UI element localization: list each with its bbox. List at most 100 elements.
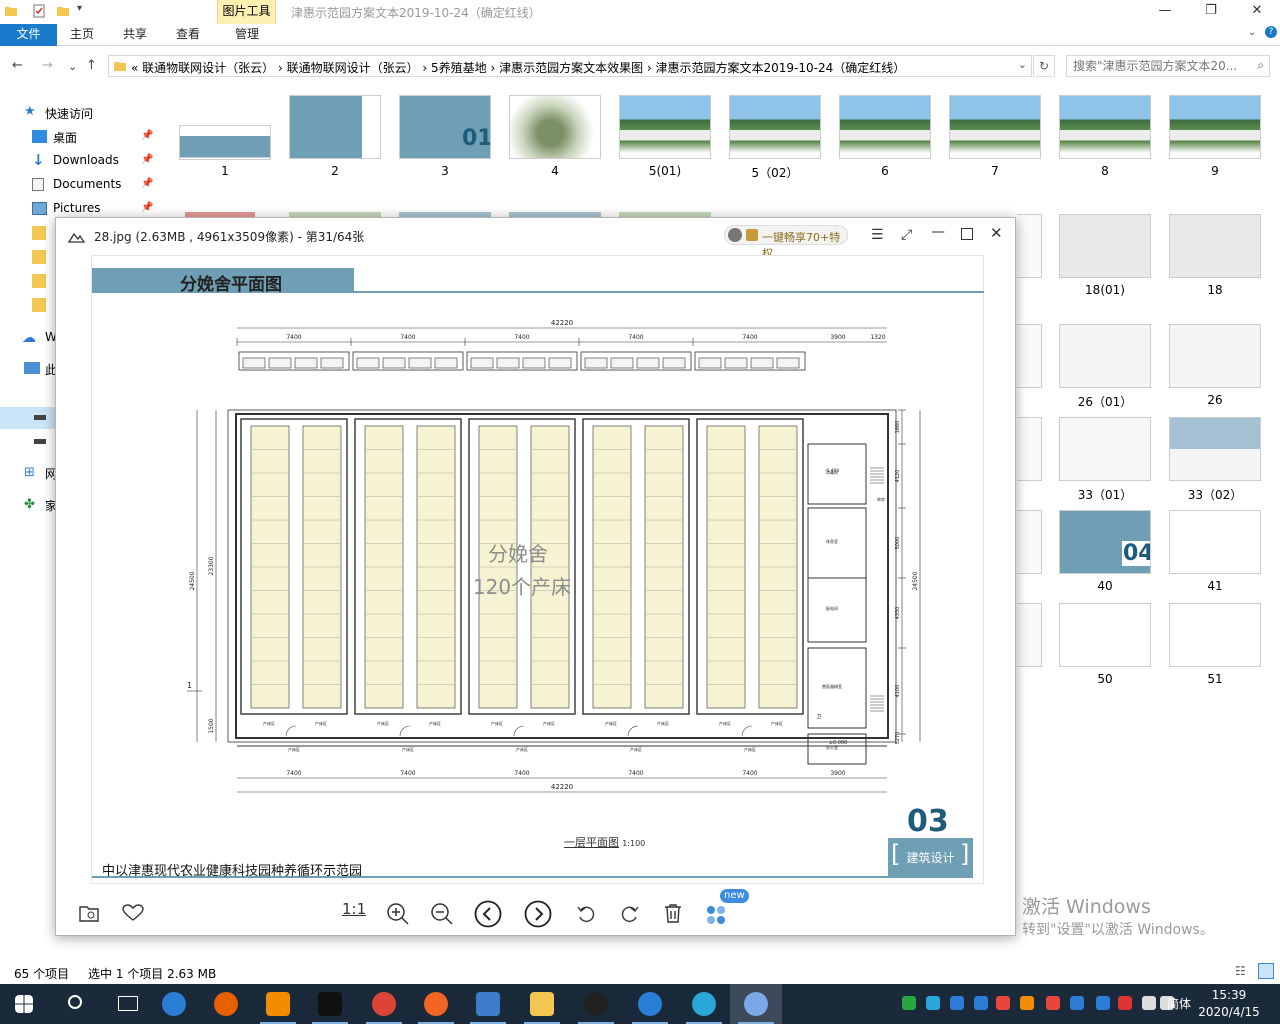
file-thumbnail-label[interactable]: 50 [1050,672,1160,686]
file-thumbnail[interactable] [1059,603,1151,667]
file-thumbnail[interactable] [1059,214,1151,278]
new-folder-icon[interactable] [56,4,70,18]
start-button[interactable] [0,984,52,1024]
file-thumbnail-label[interactable]: 3 [390,164,500,178]
tray-icon[interactable] [1118,996,1132,1010]
menu-icon[interactable]: ☰ [871,227,884,243]
address-bar[interactable]: « 联通物联网设计（张云） › 联通物联网设计（张云） › 5养殖基地 › 津惠… [108,55,1032,77]
drive-icon[interactable] [34,415,46,420]
file-thumbnail[interactable] [1017,510,1042,574]
tray-icon[interactable] [1096,996,1110,1010]
rotate-left-icon[interactable] [576,904,596,924]
more-apps-icon[interactable] [707,906,727,926]
delete-trash-icon[interactable] [664,903,682,923]
tray-icon[interactable] [974,996,988,1010]
search-icon[interactable] [52,984,104,1024]
file-thumbnail[interactable] [839,95,931,159]
window-app-icon[interactable] [462,984,514,1024]
search-box[interactable]: ⌕ [1066,55,1270,77]
folder-icon[interactable] [32,226,46,240]
file-thumbnail[interactable]: 04 [1059,510,1151,574]
file-thumbnail[interactable] [619,95,711,159]
file-thumbnail-label[interactable]: 18(01) [1050,283,1160,297]
file-thumbnail[interactable] [1017,603,1042,667]
file-thumbnail-label[interactable]: 33（01） [1050,486,1160,503]
search-icon[interactable]: ⌕ [1257,58,1264,73]
viewer-close-button[interactable]: ✕ [990,224,1003,242]
file-thumbnail-label[interactable]: 6 [830,164,940,178]
tray-icon[interactable] [926,996,940,1010]
tray-icon[interactable] [1070,996,1084,1010]
photo-viewer-window[interactable]: 28.jpg (2.63MB , 4961x3509像素) - 第31/64张 … [55,217,1016,936]
expand-ribbon-icon[interactable]: ⌄ [1248,27,1256,38]
file-thumbnail[interactable] [1059,95,1151,159]
file-thumbnail[interactable] [1169,214,1261,278]
this-pc-icon[interactable] [24,362,40,374]
viewer-minimize-button[interactable]: — [931,224,945,240]
sidebar-item-desktop[interactable]: 桌面 📌 [0,125,158,149]
breadcrumb[interactable]: « 联通物联网设计（张云） › 联通物联网设计（张云） › 5养殖基地 › 津惠… [131,59,905,76]
forward-button[interactable]: → [42,58,53,73]
up-button[interactable]: ↑ [86,58,97,73]
file-thumbnail[interactable] [1169,603,1261,667]
folder-icon[interactable] [32,298,46,312]
back-button[interactable]: ← [12,58,23,73]
zoom-out-icon[interactable] [430,902,454,926]
qq-icon[interactable] [570,984,622,1024]
ime-indicator[interactable]: 简体 [1167,995,1191,1012]
terminal-icon[interactable] [304,984,356,1024]
folder-icon[interactable] [32,250,46,264]
customize-quick-access-icon[interactable]: ▾ [77,3,82,14]
file-thumbnail[interactable] [949,95,1041,159]
file-thumbnail[interactable] [1169,510,1261,574]
tab-home[interactable]: 主页 [70,24,94,46]
ie-icon[interactable] [624,984,676,1024]
help-icon[interactable]: ? [1265,26,1277,38]
actual-size-button[interactable]: 1:1 [342,900,366,918]
file-thumbnail-label[interactable]: 2 [280,164,390,178]
file-thumbnail-label[interactable]: 51 [1160,672,1270,686]
selected-drive-highlight[interactable] [0,407,55,429]
tray-icon[interactable] [996,996,1010,1010]
promo-badge[interactable]: 一键畅享70+特权 [724,225,848,260]
browser-icon[interactable] [678,984,730,1024]
file-thumbnail[interactable] [289,95,381,159]
tab-file[interactable]: 文件 [0,24,57,46]
file-thumbnail-label[interactable]: 41 [1160,579,1270,593]
folder-icon[interactable] [32,274,46,288]
file-thumbnail[interactable] [509,95,601,159]
file-thumbnail[interactable] [179,125,271,160]
file-thumbnail[interactable] [1169,417,1261,481]
photo-viewer-icon[interactable] [730,984,782,1024]
open-folder-icon[interactable] [78,903,100,923]
address-dropdown-icon[interactable]: ⌄ [1018,58,1027,71]
details-view-icon[interactable]: ☷ [1235,964,1246,978]
chrome-icon[interactable] [358,984,410,1024]
file-thumbnail-label[interactable]: 7 [940,164,1050,178]
sidebar-item-downloads[interactable]: ↓ Downloads 📌 [0,149,158,173]
file-thumbnail-label[interactable]: 26（01） [1050,393,1160,410]
tab-manage[interactable]: 管理 [235,24,259,46]
file-thumbnail-label[interactable]: 9 [1160,164,1270,178]
file-thumbnail[interactable] [1059,417,1151,481]
thumbnails-view-icon[interactable] [1258,963,1274,979]
clock[interactable]: 15:39 2020/4/15 [1197,987,1261,1021]
file-thumbnail-label[interactable]: 18 [1160,283,1270,297]
file-thumbnail[interactable] [1017,417,1042,481]
tray-icon[interactable] [1046,996,1060,1010]
refresh-button[interactable]: ↻ [1033,55,1055,77]
minimize-button[interactable]: — [1142,0,1188,24]
next-image-icon[interactable] [524,900,552,928]
file-thumbnail-label[interactable]: 26 [1160,393,1270,407]
favorite-heart-icon[interactable] [122,904,144,922]
file-thumbnail-label[interactable]: 5(01) [610,164,720,178]
file-thumbnail[interactable] [729,95,821,159]
rotate-right-icon[interactable] [620,904,640,924]
file-thumbnail[interactable] [1017,324,1042,388]
network-icon[interactable]: ⊞ [24,465,35,480]
sidebar-item-documents[interactable]: Documents 📌 [0,173,158,197]
tray-icon[interactable] [1020,996,1034,1010]
file-thumbnail-label[interactable]: 33（02） [1160,486,1270,503]
sidebar-item-quick-access[interactable]: ★ 快速访问 [0,101,158,125]
fullscreen-icon[interactable]: ⤢ [901,227,912,243]
